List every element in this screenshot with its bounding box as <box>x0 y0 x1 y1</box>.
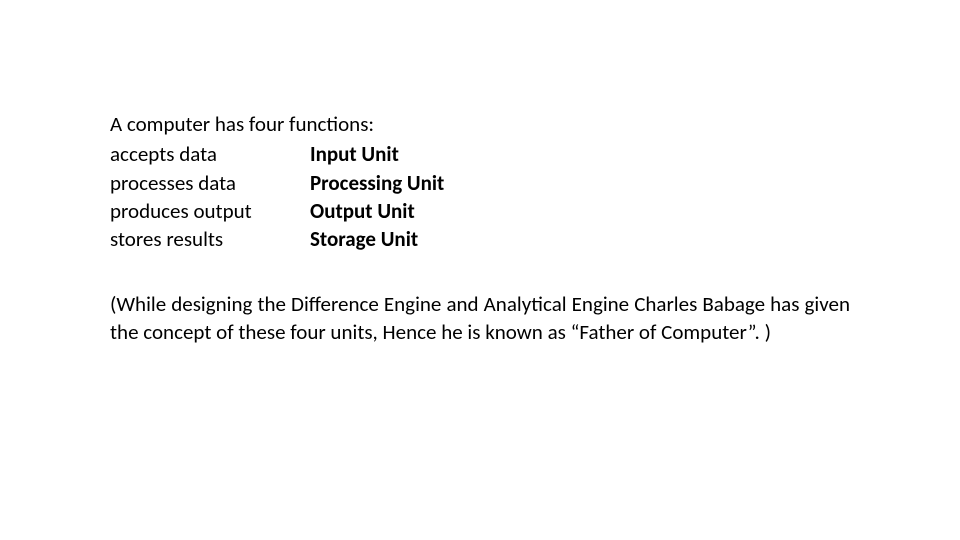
intro-text: A computer has four functions: <box>110 110 850 138</box>
function-desc: accepts data <box>110 140 310 168</box>
function-row: processes data Processing Unit <box>110 169 850 197</box>
function-unit: Input Unit <box>310 140 399 168</box>
function-unit: Processing Unit <box>310 169 444 197</box>
function-unit: Output Unit <box>310 197 415 225</box>
function-desc: processes data <box>110 169 310 197</box>
content-block: A computer has four functions: accepts d… <box>110 110 850 346</box>
function-row: produces output Output Unit <box>110 197 850 225</box>
function-row: stores results Storage Unit <box>110 225 850 253</box>
function-desc: stores results <box>110 225 310 253</box>
footnote-text: (While designing the Difference Engine a… <box>110 290 850 347</box>
function-desc: produces output <box>110 197 310 225</box>
function-row: accepts data Input Unit <box>110 140 850 168</box>
function-unit: Storage Unit <box>310 225 418 253</box>
slide: A computer has four functions: accepts d… <box>0 0 960 540</box>
